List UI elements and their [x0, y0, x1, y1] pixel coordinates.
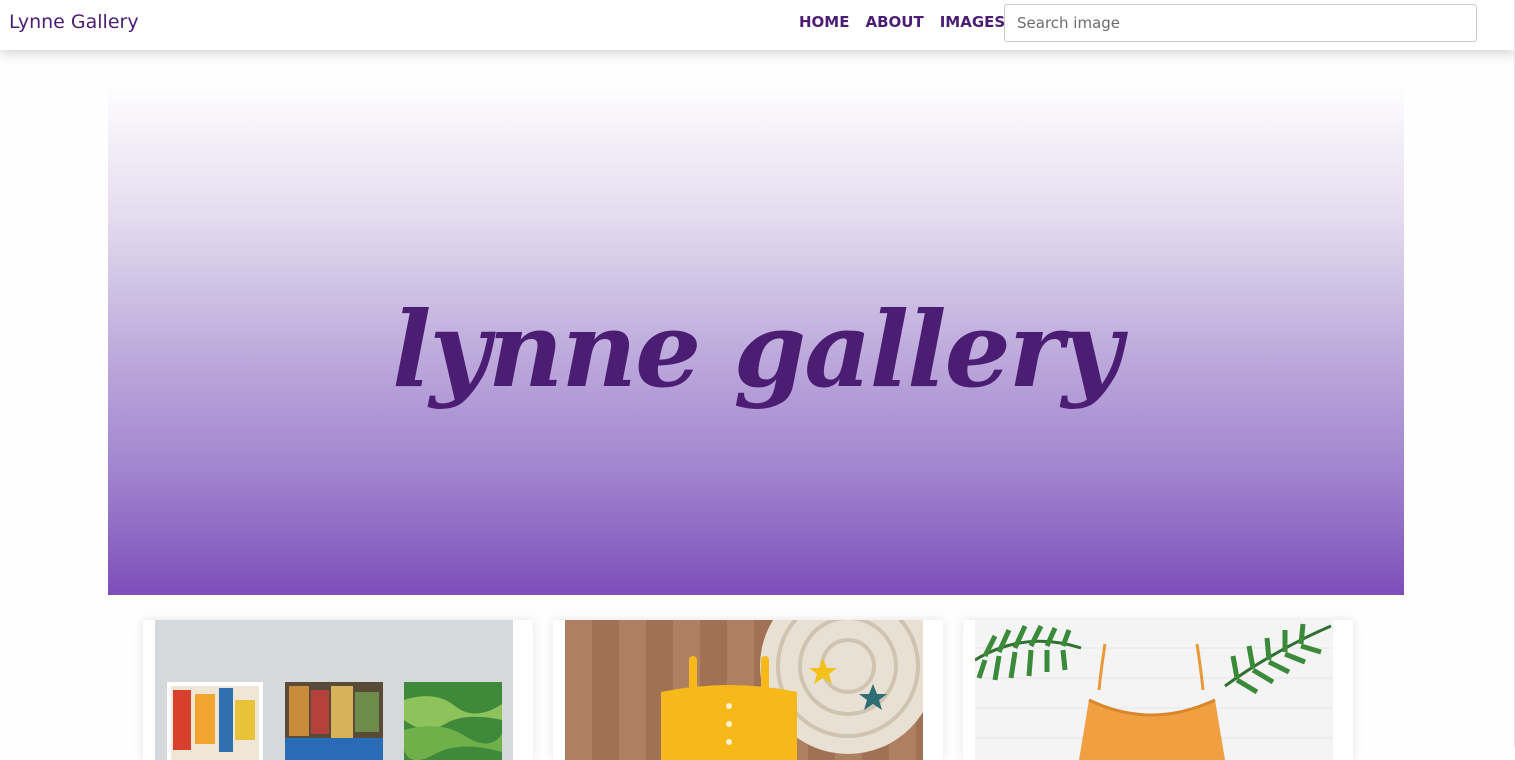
nav-about-link[interactable]: ABOUT [865, 13, 923, 31]
gallery-card[interactable] [553, 620, 943, 760]
card-image[interactable] [975, 620, 1333, 760]
gallery-card[interactable] [963, 620, 1353, 760]
nav-home-link[interactable]: HOME [799, 13, 849, 31]
top-navbar: Lynne Gallery HOME ABOUT IMAGES [0, 0, 1515, 50]
yellow-top-flatlay-image [565, 620, 923, 760]
brand-link[interactable]: Lynne Gallery [9, 11, 139, 33]
hero-title: lynne gallery [391, 288, 1122, 411]
nav-images-link[interactable]: IMAGES [940, 13, 1005, 31]
orange-swimsuit-image [975, 620, 1333, 760]
nav-links: HOME ABOUT IMAGES [799, 13, 1005, 31]
canvas-paintings-image [155, 620, 513, 760]
hero-banner: lynne gallery [108, 90, 1404, 595]
search-input[interactable] [1004, 4, 1477, 42]
card-image[interactable] [155, 620, 513, 760]
card-image[interactable] [565, 620, 923, 760]
gallery-card[interactable] [143, 620, 533, 760]
